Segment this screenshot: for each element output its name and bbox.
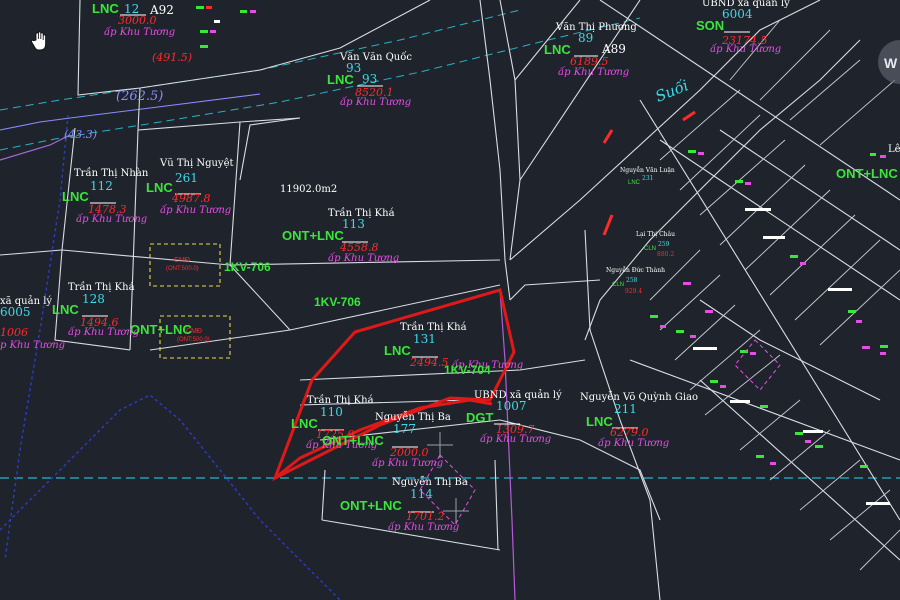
parcel-number: 114 xyxy=(410,487,433,501)
parcel-label-right-edge[interactable]: Lê ONT+LNC xyxy=(836,144,900,181)
owner-name: Lê xyxy=(888,144,900,155)
purple-road-edge xyxy=(499,289,516,600)
parcel-address: ấp Khu Tương xyxy=(372,458,443,469)
parcel-area: 880.2 xyxy=(657,251,674,258)
sheet-code: A89 xyxy=(601,42,626,56)
parcel-label-10[interactable]: Nguyễn Thị Ba 177 ONT+LNC 2000.0 ấp Khu … xyxy=(322,411,451,469)
parcel-number: 112 xyxy=(90,179,113,193)
parcel-label-13[interactable]: Nguyễn Thị Ba 114 ONT+LNC 1701.2 ấp Khu … xyxy=(340,476,468,533)
sheet-code: A92 xyxy=(149,3,174,17)
parcel-number: 1007 xyxy=(496,399,527,413)
parcel-address: ấp Khu Tương xyxy=(480,434,551,445)
land-use-code: LNC xyxy=(384,343,411,358)
blue-dotted-road-2 xyxy=(0,394,341,600)
parcel-address: ấp Khu Tương xyxy=(710,44,781,55)
corridor-label: (43.3) xyxy=(64,128,97,141)
land-use-code: CLN xyxy=(612,282,624,288)
area-annotation: 11902.0m2 xyxy=(280,184,337,195)
power-line-label: 1KV-706 xyxy=(314,295,361,309)
parcel-address: ấp Khu Tương xyxy=(160,205,231,216)
land-use-code: LNC xyxy=(146,180,173,195)
land-use-code: ONT+LNC xyxy=(282,228,344,243)
land-use-code: LNC xyxy=(62,189,89,204)
land-use-code: LNC xyxy=(52,302,79,317)
small-parcel-0[interactable]: Nguyễn Văn Luận LNC 231 xyxy=(620,166,675,186)
parcel-label-11[interactable]: UBND xã quản lý 1007 DGT 1309.7 ấp Khu T… xyxy=(466,390,562,445)
parcel-area: 1006 xyxy=(0,326,28,339)
watermark-letter: W xyxy=(884,55,898,71)
parcel-label-3[interactable]: UBND xã quản lý 6004 SON 23174.5 ấp Khu … xyxy=(696,0,790,55)
owner-name: Vũ Thị Nguyệt xyxy=(159,158,234,169)
owner-name: Văn Thị Phương xyxy=(555,22,637,33)
parcel-number: 6004 xyxy=(722,7,753,21)
land-use-code: LNC xyxy=(291,416,318,431)
parcel-label-6[interactable]: Trần Thị Khá 113 ONT+LNC 4558.8 ấp Khu T… xyxy=(282,207,399,264)
land-use-code: SON xyxy=(696,18,724,33)
parcel-area: 929.4 xyxy=(625,288,642,295)
parcel-number: 131 xyxy=(413,332,436,346)
cmd-sub-label: (ONT:500.0) xyxy=(166,266,199,272)
parcel-label-7[interactable]: Trần Thị Khá 128 LNC 1494.6 ấp Khu Tương xyxy=(52,281,139,338)
parcel-number: 110 xyxy=(320,405,343,419)
parcel-address: ấp Khu Tương xyxy=(388,522,459,533)
svg-text:93: 93 xyxy=(362,72,377,86)
parcel-address: ấp Khu Tương xyxy=(68,327,139,338)
parcel-label-0[interactable]: LNC 12 3000.0 ấp Khu Tương A92 xyxy=(92,1,175,38)
power-line-label: 1KV-704 xyxy=(444,363,491,377)
parcel-area: 4987.8 xyxy=(171,192,211,205)
corridor-label: (262.5) xyxy=(116,89,163,104)
land-use-code: CLN xyxy=(644,246,656,252)
parcel-number: 258 xyxy=(626,277,638,284)
owner-name: Trần Thị Nhàn xyxy=(74,167,149,179)
parcel-address: ấp Khu Tương xyxy=(598,438,669,449)
stream-label: Suối xyxy=(653,76,691,105)
land-use-code: DGT xyxy=(466,410,494,425)
land-use-code: ONT+LNC xyxy=(322,433,384,448)
parcel-address: ấp Khu Tương xyxy=(76,214,147,225)
cmd-box-1 xyxy=(149,243,221,287)
purple-corridor-2 xyxy=(0,134,71,161)
land-use-code: ONT+LNC xyxy=(130,322,192,337)
parcel-label-12[interactable]: Nguyễn Võ Quỳnh Giao 211 LNC 6279.0 ấp K… xyxy=(580,391,698,449)
parcel-address: p Khu Tương xyxy=(0,340,65,351)
parcel-address: ấp Khu Tương xyxy=(340,97,411,108)
parcel-number: 89 xyxy=(578,31,593,45)
owner-name: Lại Thị Châu xyxy=(636,231,675,238)
cmd-label: CMĐ xyxy=(174,257,190,264)
parcel-address: ấp Khu Tương xyxy=(328,253,399,264)
parcel-label-1[interactable]: Văn Văn Quốc 93 LNC 93 8520.1 ấp Khu Tươ… xyxy=(327,52,412,108)
parcel-number: 231 xyxy=(642,175,653,182)
parcel-number: 211 xyxy=(614,402,637,416)
parcel-address: ấp Khu Tương xyxy=(558,67,629,78)
parcel-area: 2494.5 xyxy=(409,356,449,369)
cadastral-map[interactable]: LNC 12 3000.0 ấp Khu Tương A92 Văn Văn Q… xyxy=(0,0,900,600)
owner-name: Nguyễn Văn Luận xyxy=(620,166,675,174)
cmd-sub-label: (ONT:500.0) xyxy=(177,337,210,343)
hand-cursor-icon xyxy=(31,31,47,51)
parcel-address: ấp Khu Tương xyxy=(104,27,175,38)
parcel-number: 128 xyxy=(82,292,105,306)
land-use-code: ONT+LNC xyxy=(340,498,402,513)
power-line-label: 1KV-706 xyxy=(224,260,271,274)
corridor-label: (491.5) xyxy=(152,51,192,64)
cad-map-viewport[interactable]: LNC 12 3000.0 ấp Khu Tương A92 Văn Văn Q… xyxy=(0,0,900,600)
parcel-number: 113 xyxy=(342,217,365,231)
parcel-label-2[interactable]: Văn Thị Phương 89 LNC 6189.5 ấp Khu Tươn… xyxy=(544,22,637,78)
magenta-dash-box-2 xyxy=(734,339,781,391)
parcel-number: 259 xyxy=(658,241,670,248)
lot-strips xyxy=(649,19,900,571)
owner-name: Nguyễn Võ Quỳnh Giao xyxy=(580,391,698,403)
land-use-code: LNC xyxy=(327,72,354,87)
parcel-label-5[interactable]: Vũ Thị Nguyệt 261 LNC 4987.8 ấp Khu Tươn… xyxy=(146,158,234,216)
land-use-code: ONT+LNC xyxy=(836,166,898,181)
parcel-number: 6005 xyxy=(0,305,31,319)
land-use-code: LNC xyxy=(544,42,571,57)
parcel-number: 177 xyxy=(393,422,416,436)
parcel-number: 261 xyxy=(175,171,198,185)
small-parcel-1[interactable]: Lại Thị Châu CLN 259 880.2 xyxy=(636,231,675,258)
land-use-code: LNC xyxy=(628,180,641,186)
owner-name: Nguyễn Đức Thành xyxy=(606,266,665,274)
land-use-code: LNC xyxy=(92,1,119,16)
small-parcel-2[interactable]: Nguyễn Đức Thành CLN 258 929.4 xyxy=(606,266,665,295)
